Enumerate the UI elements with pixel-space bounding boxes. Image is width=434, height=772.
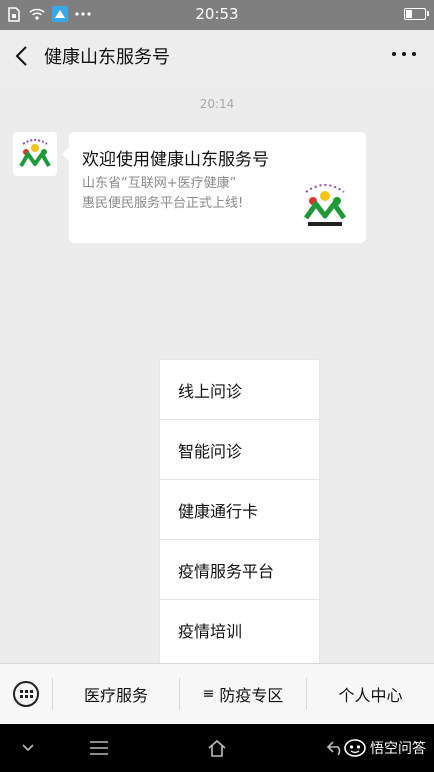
chevron-down-icon[interactable] — [18, 738, 38, 758]
tab-medical-service[interactable]: 医疗服务 — [53, 664, 179, 724]
message-desc-line: 山东省“互联网+医疗健康” — [82, 176, 237, 191]
back-nav-icon[interactable] — [326, 738, 346, 758]
tab-label: 防疫专区 — [219, 686, 284, 705]
menu-item-epidemic-platform[interactable]: 疫情服务平台 — [160, 540, 319, 600]
menu-item-smart-consult[interactable]: 智能问诊 — [160, 420, 319, 480]
message-thumbnail — [296, 176, 354, 234]
menu-item-health-pass[interactable]: 健康通行卡 — [160, 480, 319, 540]
battery-level — [406, 10, 412, 18]
message-title: 欢迎使用健康山东服务号 — [82, 150, 269, 170]
account-avatar[interactable] — [13, 132, 57, 176]
popup-submenu: 线上问诊 智能问诊 健康通行卡 疫情服务平台 疫情培训 — [160, 360, 319, 663]
system-nav-bar: 悟空问答 — [0, 724, 434, 772]
home-icon[interactable] — [207, 738, 227, 758]
watermark-text: 悟空问答 — [370, 741, 426, 757]
menu-item-epidemic-training[interactable]: 疫情培训 — [160, 600, 319, 660]
watermark: 悟空问答 — [344, 738, 426, 758]
message-timestamp: 20:14 — [199, 97, 235, 111]
battery-icon — [404, 8, 429, 20]
menu-item-online-consult[interactable]: 线上问诊 — [160, 360, 319, 420]
chat-header: 健康山东服务号 — [0, 30, 434, 82]
keyboard-icon — [13, 681, 39, 707]
keyboard-toggle-button[interactable] — [0, 664, 52, 724]
welcome-message-card[interactable]: 欢迎使用健康山东服务号 山东省“互联网+医疗健康” 惠民便民服务平台正式上线! — [62, 132, 366, 243]
page-title: 健康山东服务号 — [44, 47, 170, 68]
message-desc-line: 惠民便民服务平台正式上线! — [82, 196, 244, 211]
more-options-icon[interactable] — [392, 52, 416, 60]
tab-personal-center[interactable]: 个人中心 — [307, 664, 434, 724]
health-shandong-logo-icon — [19, 139, 51, 168]
status-time: 20:53 — [195, 5, 239, 23]
health-shandong-logo-icon — [303, 184, 347, 226]
back-icon[interactable] — [12, 44, 34, 68]
tab-epidemic-zone[interactable]: ≡ 防疫专区 — [180, 664, 306, 724]
menu-icon[interactable] — [89, 738, 109, 758]
bottom-menu-bar: 医疗服务 ≡ 防疫专区 个人中心 — [0, 663, 434, 724]
wukong-logo-icon — [344, 739, 366, 757]
status-bar: 20:53 — [0, 0, 434, 30]
message-description: 山东省“互联网+医疗健康” 惠民便民服务平台正式上线! — [82, 174, 282, 214]
submenu-list-icon: ≡ — [202, 686, 215, 702]
